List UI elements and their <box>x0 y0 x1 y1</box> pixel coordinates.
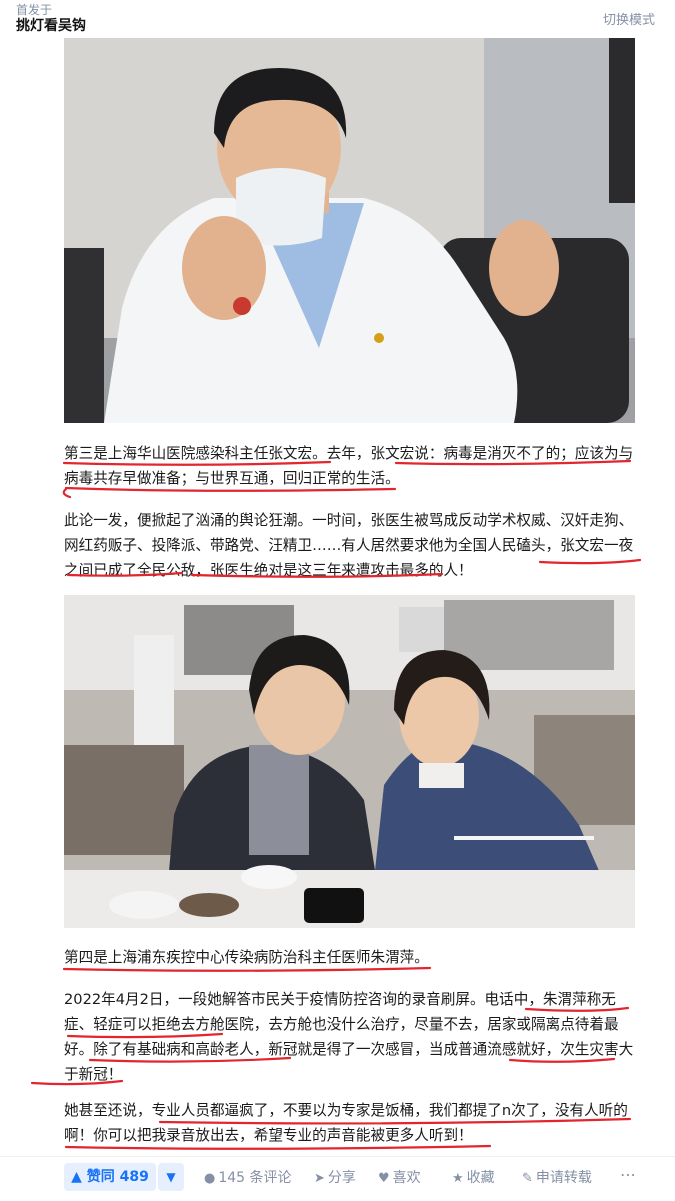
comment-count-label: 145 条评论 <box>218 1170 292 1186</box>
share-label: 分享 <box>327 1170 356 1186</box>
article-paragraph-zhu-weiping: 第四是上海浦东疾控中心传染病防治科主任医师朱渭萍。 <box>64 949 429 966</box>
doctor-in-white-coat-photo[interactable] <box>64 38 635 423</box>
column-name-link[interactable]: 挑灯看吴钩 <box>16 15 86 35</box>
article-header: 首发于 挑灯看吴钩 切换模式 <box>0 0 675 38</box>
answer-action-bar: ▲ 赞同 489 ▼ ● 145 条评论 ➤ 分享 ♥ 喜欢 ★ 收藏 ✎ 申请转载 ⋯ <box>0 1156 675 1201</box>
share-arrow-icon: ➤ <box>314 1171 325 1186</box>
favorite-label: 收藏 <box>466 1170 495 1186</box>
star-icon: ★ <box>452 1171 464 1186</box>
comment-button[interactable]: ● 145 条评论 <box>204 1170 292 1187</box>
favorite-button[interactable]: ★ 收藏 <box>452 1170 495 1187</box>
more-options-button[interactable]: ⋯ <box>620 1167 636 1183</box>
two-women-at-dinner-table-photo[interactable] <box>64 595 635 928</box>
share-button[interactable]: ➤ 分享 <box>314 1170 356 1187</box>
comment-bubble-icon: ● <box>204 1171 216 1186</box>
like-label: 喜欢 <box>392 1170 421 1186</box>
article-paragraph-public-backlash: 此论一发，便掀起了汹涌的舆论狂潮。一时间，张医生被骂成反动学术权威、汉奸走狗、网… <box>64 512 634 579</box>
switch-mode-button[interactable]: 切换模式 <box>603 9 655 28</box>
pen-icon: ✎ <box>522 1171 533 1186</box>
request-repost-button[interactable]: ✎ 申请转载 <box>522 1170 592 1187</box>
article-paragraph-quote: 她甚至还说，专业人员都逼疯了，不要以为专家是饭桶，我们都提了n次了，没有人听的啊… <box>64 1102 628 1144</box>
article-paragraph-recording: 2022年4月2日，一段她解答市民关于疫情防控咨询的录音刷屏。电话中，朱渭萍称无… <box>64 991 634 1083</box>
article-paragraph-zhang-wenhong: 第三是上海华山医院感染科主任张文宏。去年，张文宏说：病毒是消灭不了的；应该为与病… <box>64 445 634 487</box>
vote-down-button[interactable]: ▼ <box>158 1163 184 1191</box>
like-button[interactable]: ♥ 喜欢 <box>378 1170 421 1187</box>
heart-icon: ♥ <box>378 1171 390 1186</box>
vote-up-button[interactable]: ▲ 赞同 489 <box>64 1163 156 1191</box>
repost-label: 申请转载 <box>535 1170 592 1186</box>
